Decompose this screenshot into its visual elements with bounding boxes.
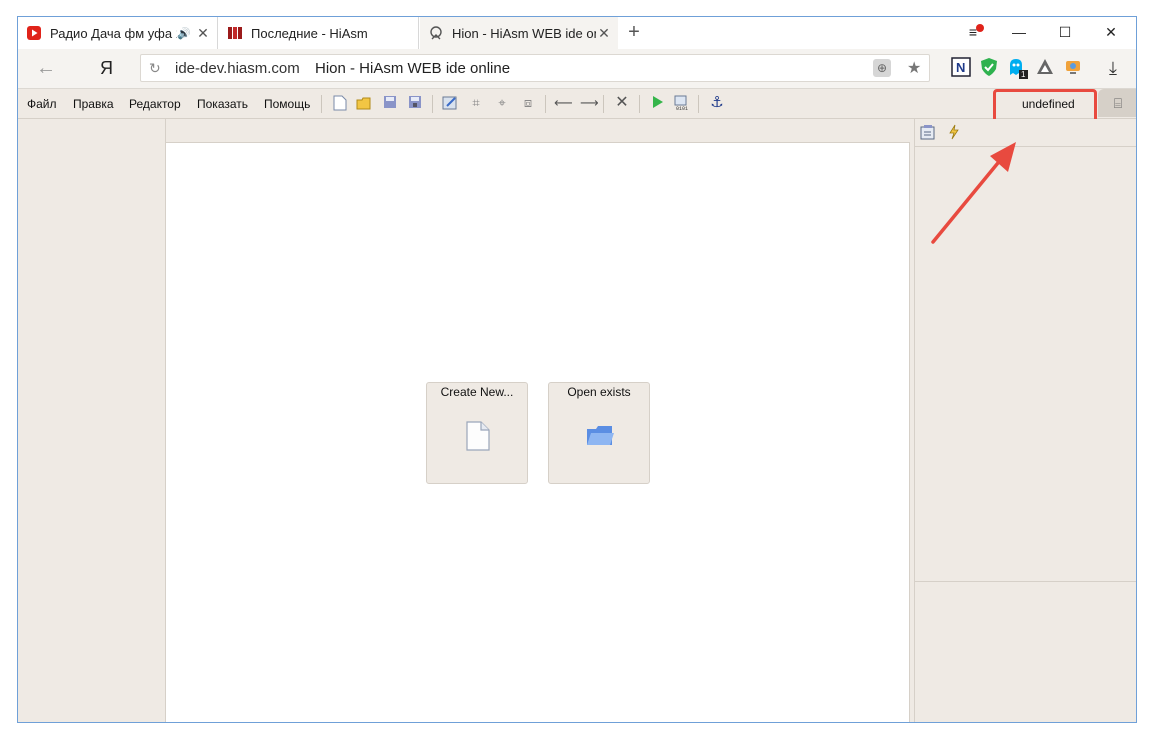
properties-icon[interactable]	[919, 124, 937, 142]
back-button[interactable]: ←	[36, 57, 56, 80]
right-panel	[910, 119, 1136, 722]
adguard-extension-icon[interactable]	[1034, 57, 1056, 79]
toolbar-separator	[603, 95, 604, 113]
open-exists-button[interactable]: Open exists	[548, 382, 650, 484]
screenshot-extension-icon[interactable]	[1062, 57, 1084, 79]
compile-icon[interactable]: 0101	[674, 95, 690, 112]
create-new-label: Create New...	[440, 385, 514, 399]
hiasm-icon	[228, 27, 242, 39]
page-title-text: Hion - HiAsm WEB ide online	[315, 60, 511, 77]
notification-dot-icon	[976, 24, 984, 32]
toolbar-separator	[545, 95, 546, 113]
new-file-icon[interactable]	[332, 95, 348, 111]
close-window-button[interactable]: ✕	[1088, 17, 1134, 49]
translate-icon[interactable]: ⊕	[873, 59, 891, 77]
svg-text:N: N	[956, 60, 965, 75]
address-field[interactable]: ↻ ide-dev.hiasm.com Hion - HiAsm WEB ide…	[140, 54, 930, 82]
downloads-icon[interactable]: ⤓	[1102, 57, 1124, 79]
editor-canvas[interactable]	[166, 143, 910, 722]
events-icon[interactable]	[945, 124, 963, 142]
menu-file[interactable]: Файл	[27, 97, 57, 111]
open-exists-label: Open exists	[567, 385, 631, 399]
browser-window: Радио Дача фм уфа 1 🔊 ✕ Последние - HiAs…	[17, 16, 1137, 723]
notion-extension-icon[interactable]: N	[950, 57, 972, 79]
arrow-left-icon[interactable]: ⟵	[554, 95, 573, 111]
close-tab-icon[interactable]: ✕	[195, 25, 211, 42]
svg-text:0101: 0101	[676, 106, 688, 111]
toolbar-separator	[321, 95, 322, 113]
browser-menu-button[interactable]: ≡	[950, 17, 996, 49]
extension-badge: 1	[1021, 70, 1026, 79]
toolbar-separator	[639, 95, 640, 113]
app-menubar: Файл Правка Редактор Показать Помощь ⌗ ⌖…	[18, 89, 1136, 133]
bookmark-icon[interactable]: ★	[907, 58, 921, 78]
minimize-button[interactable]: —	[996, 17, 1042, 49]
anchor-icon[interactable]: ⚓	[709, 95, 725, 111]
grid-icon[interactable]: ⌗	[468, 95, 484, 111]
shield-extension-icon[interactable]	[978, 57, 1000, 79]
address-bar-row: ← Я ↻ ide-dev.hiasm.com Hion - HiAsm WEB…	[18, 49, 1136, 89]
new-tab-button[interactable]: +	[622, 21, 646, 45]
create-new-button[interactable]: Create New...	[426, 382, 528, 484]
save-icon[interactable]	[382, 95, 398, 111]
menu-editor[interactable]: Редактор	[129, 97, 181, 111]
editor-top-strip	[166, 119, 910, 143]
properties-divider	[914, 581, 1136, 582]
menu-help[interactable]: Помощь	[264, 97, 310, 111]
yandex-logo[interactable]: Я	[100, 58, 113, 79]
properties-header	[914, 119, 1136, 147]
tab-label: Радио Дача фм уфа 1	[50, 25, 178, 41]
tab-strip: Радио Дача фм уфа 1 🔊 ✕ Последние - HiAs…	[18, 17, 1136, 49]
maximize-button[interactable]: ☐	[1042, 17, 1088, 49]
tab-hiasm[interactable]: Последние - HiAsm	[219, 17, 419, 49]
left-panel	[18, 119, 166, 722]
run-icon[interactable]	[650, 95, 666, 111]
properties-body-border	[914, 147, 915, 722]
close-tab-icon[interactable]: ✕	[596, 25, 612, 42]
frame-icon[interactable]: ⧈	[520, 95, 536, 111]
toolbar-separator	[698, 95, 699, 113]
arrow-right-icon[interactable]: ⟶	[580, 95, 599, 111]
tab-hion[interactable]: Hion - HiAsm WEB ide on ✕	[420, 17, 618, 49]
open-folder-icon	[587, 426, 614, 445]
menu-edit[interactable]: Правка	[73, 97, 114, 111]
crosshair-icon[interactable]: ⌖	[494, 95, 510, 111]
speaker-icon[interactable]: 🔊	[177, 27, 191, 40]
edit-form-icon[interactable]	[442, 95, 458, 111]
structure-icon: ⌸	[1113, 95, 1123, 111]
ghostery-extension-icon[interactable]: 1	[1006, 57, 1028, 79]
reload-icon[interactable]: ↻	[149, 60, 161, 77]
panel-tab-button[interactable]: ⌸	[1098, 89, 1136, 117]
delete-icon[interactable]: ✕	[614, 95, 630, 111]
new-file-icon	[466, 421, 490, 451]
hion-icon	[430, 26, 442, 40]
toolbar-separator	[432, 95, 433, 113]
save-all-icon[interactable]	[407, 95, 423, 111]
open-folder-icon[interactable]	[356, 95, 372, 111]
radio-icon	[27, 26, 41, 40]
tab-label: Последние - HiAsm	[251, 25, 368, 41]
tab-radio[interactable]: Радио Дача фм уфа 1 🔊 ✕	[18, 17, 218, 49]
tab-label: Hion - HiAsm WEB ide on	[452, 25, 596, 41]
url-text: ide-dev.hiasm.com	[175, 60, 300, 77]
menu-view[interactable]: Показать	[197, 97, 248, 111]
